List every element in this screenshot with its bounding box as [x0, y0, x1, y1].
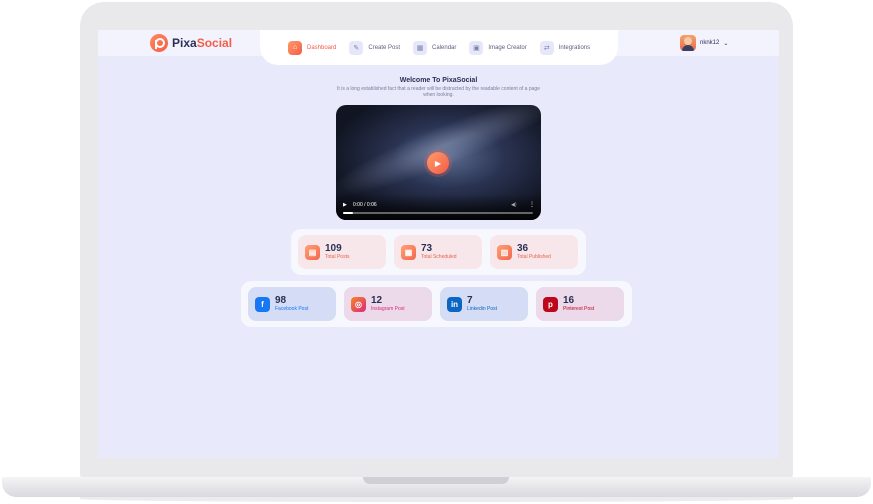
- stat-card-pinterest[interactable]: p 16 Pinterest Post: [536, 287, 624, 321]
- stat-value: 98: [275, 295, 287, 306]
- stat-value: 109: [325, 243, 342, 254]
- stat-label: Total Published: [517, 254, 551, 260]
- post-stats-panel: ▤ 109 Total Posts ▦ 73 Total Scheduled ▥…: [291, 229, 586, 275]
- facebook-icon: f: [255, 296, 270, 312]
- stat-card-linkedin[interactable]: in 7 Linkedin Post: [440, 287, 528, 321]
- welcome-section: Welcome To PixaSocial It is a long estab…: [98, 77, 779, 98]
- image-icon: ▣: [469, 40, 484, 55]
- nav-item-image-creator[interactable]: ▣ Image Creator: [469, 40, 527, 55]
- integrations-icon: ⇄: [539, 40, 554, 55]
- stat-label: Instagram Post: [371, 306, 405, 312]
- calendar-icon: ▦: [413, 40, 428, 55]
- published-icon: ▥: [497, 244, 512, 260]
- stat-card-instagram[interactable]: ◎ 12 Instagram Post: [344, 287, 432, 321]
- video-controls: ▶ 0:00 / 0:06 ◀) ⋮: [336, 194, 541, 220]
- video-progress-bar[interactable]: [343, 212, 533, 214]
- stat-card-total-scheduled[interactable]: ▦ 73 Total Scheduled: [394, 235, 482, 269]
- laptop-notch: [363, 477, 509, 484]
- user-name: nknk12: [700, 40, 720, 46]
- linkedin-icon: in: [447, 296, 462, 312]
- stat-label: Facebook Post: [275, 306, 309, 312]
- main-nav: ⌂ Dashboard ✎ Create Post ▦ Calendar ▣ I…: [260, 30, 618, 65]
- brand-name: PixaSocial: [172, 36, 232, 50]
- stat-label: Pinterest Post: [563, 306, 595, 312]
- stat-card-total-published[interactable]: ▥ 36 Total Published: [490, 235, 578, 269]
- instagram-icon: ◎: [351, 296, 366, 312]
- nav-item-dashboard[interactable]: ⌂ Dashboard: [288, 40, 337, 55]
- pinterest-icon: p: [543, 296, 558, 312]
- volume-icon[interactable]: ◀): [511, 202, 517, 208]
- stat-label: Total Posts: [325, 254, 350, 260]
- stat-value: 7: [467, 295, 473, 306]
- video-player[interactable]: ▶ ▶ 0:00 / 0:06 ◀) ⋮: [336, 105, 541, 220]
- chevron-down-icon: ⌄: [723, 40, 729, 47]
- nav-label: Create Post: [368, 44, 401, 51]
- stat-value: 16: [563, 295, 575, 306]
- stat-value: 36: [517, 243, 529, 254]
- nav-label: Calendar: [432, 44, 457, 51]
- more-options-icon[interactable]: ⋮: [529, 201, 535, 208]
- user-menu[interactable]: nknk12 ⌄: [680, 35, 728, 51]
- control-play-icon[interactable]: ▶: [343, 202, 347, 208]
- video-time: 0:00 / 0:06: [353, 202, 377, 208]
- logo-icon: [150, 34, 168, 52]
- stat-value: 12: [371, 295, 383, 306]
- nav-item-calendar[interactable]: ▦ Calendar: [413, 40, 457, 55]
- brand-name-part1: Pixa: [172, 36, 197, 50]
- video-progress-fill: [343, 212, 353, 214]
- nav-item-create-post[interactable]: ✎ Create Post: [349, 40, 401, 55]
- page-subtitle: It is a long established fact that a rea…: [337, 86, 540, 98]
- home-icon: ⌂: [288, 40, 302, 55]
- avatar: [680, 35, 696, 51]
- stat-label: Linkedin Post: [467, 306, 498, 312]
- page-title: Welcome To PixaSocial: [399, 77, 478, 84]
- stat-label: Total Scheduled: [421, 254, 457, 260]
- app-screen: PixaSocial ⌂ Dashboard ✎ Create Post ▦ C…: [98, 30, 779, 458]
- laptop-mockup: PixaSocial ⌂ Dashboard ✎ Create Post ▦ C…: [0, 0, 873, 504]
- stat-value: 73: [421, 243, 433, 254]
- posts-icon: ▤: [305, 244, 320, 260]
- nav-item-integrations[interactable]: ⇄ Integrations: [539, 40, 591, 55]
- nav-label: Image Creator: [488, 44, 527, 51]
- social-stats-panel: f 98 Facebook Post ◎ 12 Instagram Post i…: [241, 281, 632, 327]
- play-icon[interactable]: ▶: [427, 152, 449, 174]
- scheduled-icon: ▦: [401, 244, 416, 260]
- stat-card-facebook[interactable]: f 98 Facebook Post: [248, 287, 336, 321]
- nav-label: Integrations: [558, 44, 591, 51]
- edit-icon: ✎: [349, 40, 364, 55]
- brand-name-part2: Social: [196, 36, 233, 50]
- nav-label: Dashboard: [307, 44, 337, 51]
- brand-logo[interactable]: PixaSocial: [150, 34, 232, 52]
- stat-card-total-posts[interactable]: ▤ 109 Total Posts: [298, 235, 386, 269]
